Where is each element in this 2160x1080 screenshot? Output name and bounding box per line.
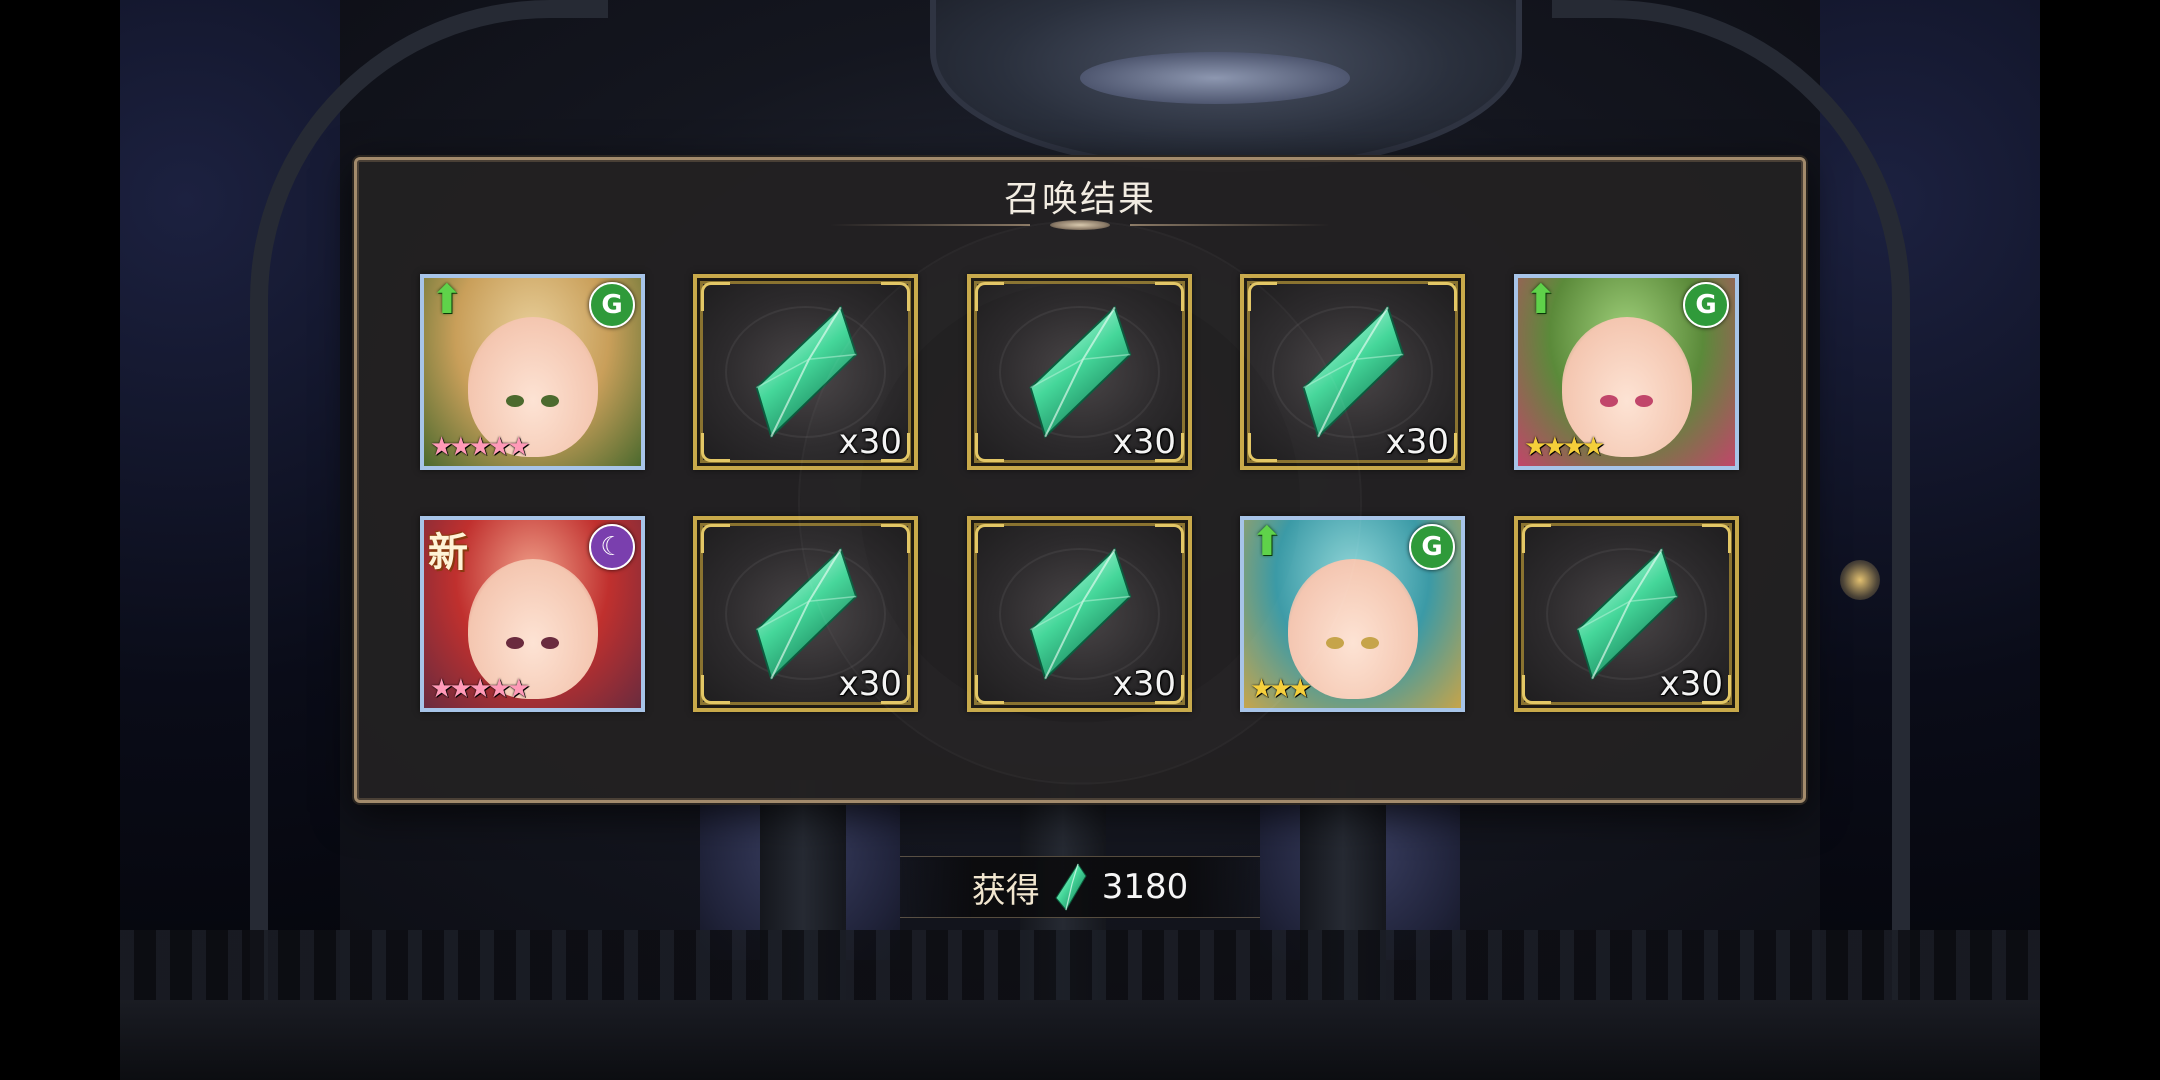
quantity-label: x30 xyxy=(1659,664,1723,704)
rarity-stars: ★★★★★ xyxy=(430,674,531,704)
green-crystal-icon xyxy=(1055,863,1087,911)
obtained-label: 获得 xyxy=(971,870,1040,911)
panel-title: 召唤结果 xyxy=(1003,179,1156,220)
green-crystal-icon xyxy=(1028,547,1131,681)
hero-card-tile[interactable]: ⬆ G ★★★★★ xyxy=(420,274,645,470)
hero-card-tile[interactable]: ⬆ G ★★★ xyxy=(1240,516,1465,712)
rarity-stars: ★★★★★ xyxy=(430,432,531,462)
quantity-label: x30 xyxy=(1112,422,1176,462)
wind-element-icon: G xyxy=(1409,524,1455,570)
summon-results-panel: 召唤结果 ⬆ G ★★★★★ x30 x30 x30 ⬆ G ★★★★ 新 ☾ … xyxy=(354,157,1806,803)
dark-element-icon: ☾ xyxy=(589,524,635,570)
upgrade-arrow-icon: ⬆ xyxy=(1250,519,1284,565)
upgrade-arrow-icon: ⬆ xyxy=(1524,277,1558,323)
quantity-label: x30 xyxy=(1385,422,1449,462)
green-crystal-icon xyxy=(754,305,857,439)
rarity-stars: ★★★★ xyxy=(1524,432,1605,462)
wind-element-icon: G xyxy=(589,282,635,328)
wind-element-icon: G xyxy=(1683,282,1729,328)
dome-skylight xyxy=(1080,52,1350,104)
obtained-value: 3180 xyxy=(1101,867,1189,907)
rarity-stars: ★★★ xyxy=(1250,674,1312,704)
obtained-total-bar: 获得 3180 xyxy=(900,856,1260,918)
quantity-label: x30 xyxy=(838,664,902,704)
green-crystal-icon xyxy=(1028,305,1131,439)
crystal-reward-tile[interactable]: x30 xyxy=(967,274,1192,470)
hero-card-tile[interactable]: 新 ☾ ★★★★★ xyxy=(420,516,645,712)
crystal-reward-tile[interactable]: x30 xyxy=(1514,516,1739,712)
quantity-label: x30 xyxy=(838,422,902,462)
light-bokeh xyxy=(1840,560,1880,600)
floor xyxy=(120,1000,2040,1080)
quantity-label: x30 xyxy=(1112,664,1176,704)
crystal-reward-tile[interactable]: x30 xyxy=(693,516,918,712)
crystal-reward-tile[interactable]: x30 xyxy=(693,274,918,470)
title-ornament xyxy=(830,218,1330,232)
hero-card-tile[interactable]: ⬆ G ★★★★ xyxy=(1514,274,1739,470)
balustrade xyxy=(120,930,2040,1010)
upgrade-arrow-icon: ⬆ xyxy=(430,277,464,323)
crystal-reward-tile[interactable]: x30 xyxy=(1240,274,1465,470)
new-badge: 新 xyxy=(428,529,468,576)
crystal-reward-tile[interactable]: x30 xyxy=(967,516,1192,712)
